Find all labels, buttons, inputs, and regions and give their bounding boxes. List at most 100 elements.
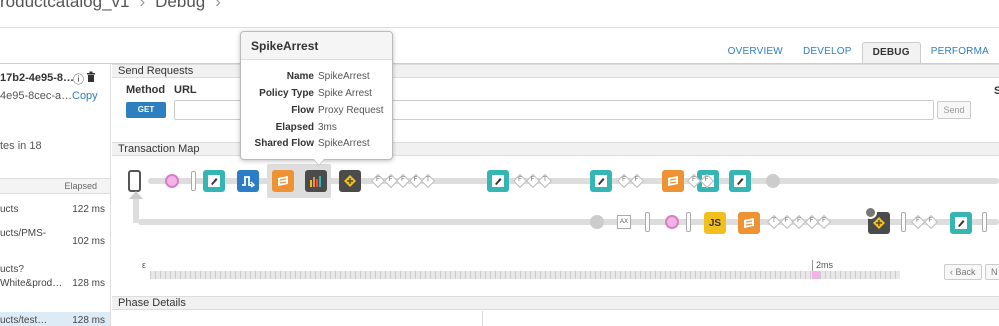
analytics-marker[interactable]: AX — [617, 215, 631, 229]
section-title: Phase Details — [118, 297, 186, 309]
condition-flag-label: F — [413, 177, 418, 183]
url-label: URL — [174, 84, 197, 96]
condition-flag-label: F — [388, 177, 393, 183]
transaction-row[interactable]: ucts? White&prod… 128 ms — [0, 262, 110, 298]
condition-flag-label: T — [772, 218, 776, 224]
info-icon[interactable]: ⓘ — [73, 71, 84, 87]
transaction-path: ucts? — [0, 264, 24, 275]
return-connector — [133, 197, 139, 223]
transaction-row-selected[interactable]: ucts/test… 128 ms — [0, 312, 110, 326]
transaction-elapsed: 128 ms — [72, 278, 105, 289]
proxy-endpoint-circle[interactable] — [165, 174, 179, 188]
tooltip-value: Proxy Request — [318, 105, 384, 116]
session-title: 17b2-4e95-8… — [0, 72, 74, 84]
timeline-start-label: ε — [142, 260, 147, 270]
transaction-path: ucts/PMS- — [0, 228, 47, 239]
trash-icon[interactable] — [86, 71, 96, 85]
method-select[interactable]: GET — [126, 102, 166, 118]
copy-link[interactable]: Copy — [72, 90, 98, 102]
policy-assign-message-icon[interactable] — [590, 170, 612, 192]
flow-separator — [901, 212, 906, 232]
condition-flag-label: F — [401, 177, 405, 183]
flow-separator — [982, 212, 987, 232]
policy-flow-callout-icon[interactable] — [237, 170, 259, 192]
condition-flag-label: F — [809, 218, 814, 224]
return-arrow-icon — [129, 191, 143, 199]
transaction-elapsed: 128 ms — [72, 315, 105, 326]
back-label: Back — [955, 267, 976, 277]
tab-overview[interactable]: OVERVIEW — [718, 42, 793, 64]
header-divider — [0, 27, 999, 28]
tooltip-value: SpikeArrest — [318, 138, 370, 149]
tab-develop[interactable]: DEVELOP — [793, 42, 862, 64]
timeline-bar[interactable] — [150, 271, 900, 279]
next-button[interactable]: N — [985, 264, 999, 280]
condition-flag-label: F — [692, 177, 696, 183]
tooltip-key: Name — [286, 71, 314, 82]
breadcrumb-separator: › — [139, 0, 146, 11]
transaction-row[interactable]: ucts 122 ms — [0, 202, 110, 218]
transaction-elapsed: 122 ms — [72, 204, 105, 215]
timeline-end-label: 2ms — [816, 260, 834, 270]
policy-assign-message-icon[interactable] — [729, 170, 751, 192]
transaction-elapsed: 102 ms — [72, 236, 105, 247]
section-title: Transaction Map — [118, 143, 200, 155]
condition-flag-label: F — [784, 218, 789, 224]
minutes-text: tes in 18 — [0, 140, 42, 152]
send-button[interactable]: Send — [937, 101, 971, 119]
response-endpoint-circle[interactable] — [590, 215, 604, 229]
client-phone-icon[interactable] — [128, 170, 141, 192]
condition-flag-label: F — [797, 218, 801, 224]
tooltip-key: Shared Flow — [254, 138, 314, 149]
target-endpoint-circle[interactable] — [766, 174, 780, 188]
transaction-path-line2: White&prod… — [0, 278, 63, 289]
policy-verify-api-key-icon[interactable] — [339, 170, 361, 192]
condition-flag-label: T — [426, 177, 430, 183]
condition-flag-label: F — [822, 218, 826, 224]
session-panel: 17b2-4e95-8… ⓘ 4e95-8cec-a… Copy tes in … — [0, 64, 111, 326]
policy-javascript-icon[interactable]: JS — [704, 212, 726, 234]
flow-separator — [191, 171, 196, 191]
breadcrumb: roductcatalog_v1 › Debug › — [0, 0, 231, 12]
breadcrumb-proxy[interactable]: roductcatalog_v1 — [0, 0, 129, 11]
tab-performance[interactable]: PERFORMA — [921, 42, 999, 64]
error-badge-icon — [864, 206, 877, 219]
transaction-path: ucts/test… — [0, 315, 48, 326]
phase-details-divider — [482, 311, 483, 326]
policy-assign-message-icon[interactable] — [487, 170, 509, 192]
breadcrumb-debug[interactable]: Debug — [155, 0, 205, 11]
phase-details-header: Phase Details — [112, 296, 999, 310]
tab-bar: OVERVIEW DEVELOP DEBUG PERFORMA — [718, 42, 999, 64]
transaction-row[interactable]: ucts/PMS- 102 ms — [0, 226, 110, 256]
session-id: 4e95-8cec-a… — [0, 90, 73, 102]
tooltip-key: Elapsed — [275, 122, 314, 133]
breadcrumb-separator: › — [215, 0, 221, 11]
policy-quota-icon[interactable] — [662, 170, 684, 192]
condition-flag-label: F — [928, 218, 933, 224]
policy-quota-icon[interactable] — [738, 212, 760, 234]
policy-spike-arrest-icon[interactable] — [305, 170, 327, 192]
policy-assign-message-icon[interactable] — [950, 212, 972, 234]
condition-flag-label: F — [916, 218, 920, 224]
condition-flag-label: F — [634, 177, 639, 183]
condition-flag-label: F — [530, 177, 535, 183]
section-label-partial: S — [994, 85, 999, 97]
policy-quota-icon[interactable] — [272, 170, 294, 192]
policy-assign-message-icon[interactable] — [203, 170, 225, 192]
back-button[interactable]: ‹ Back — [944, 264, 982, 280]
condition-flag-label: F — [622, 177, 626, 183]
condition-flag-label: F — [376, 177, 380, 183]
condition-flag-label: F — [518, 177, 522, 183]
condition-flag-label: T — [543, 177, 547, 183]
tooltip-key: Policy Type — [259, 88, 314, 99]
tooltip-arrow-fill — [314, 159, 324, 165]
proxy-response-circle[interactable] — [665, 215, 679, 229]
tab-debug[interactable]: DEBUG — [861, 42, 921, 64]
condition-flag-label: F — [704, 177, 709, 183]
tooltip-value: 3ms — [318, 122, 337, 133]
transactions-header: Elapsed — [0, 178, 110, 194]
section-title: Send Requests — [118, 65, 194, 77]
timeline-tick — [812, 260, 813, 271]
timeline-marker — [812, 271, 820, 279]
tooltip-value: Spike Arrest — [318, 88, 372, 99]
